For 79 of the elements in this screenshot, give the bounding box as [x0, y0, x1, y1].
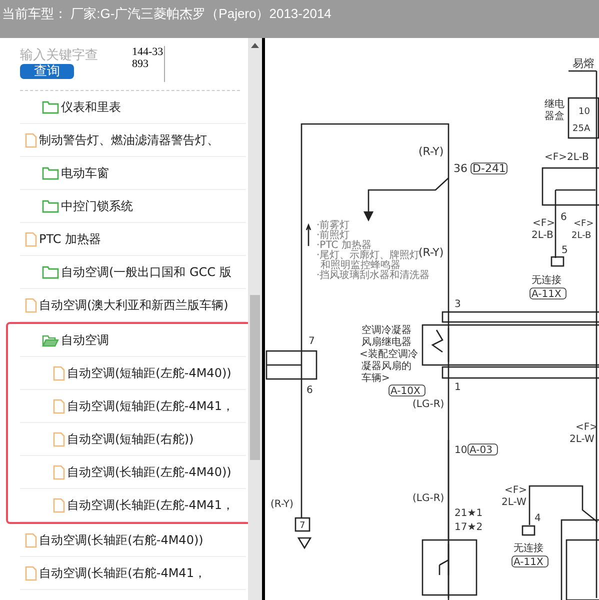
diagram-label: ·前照灯	[316, 230, 350, 241]
diagram-label: D-241	[472, 162, 506, 175]
diagram-label: 器盒	[544, 111, 564, 122]
diagram-label: (LG-R)	[412, 399, 444, 410]
diagram-label: 7	[308, 336, 315, 347]
diagram-label: 2L-W	[502, 497, 526, 508]
file-icon	[53, 432, 65, 446]
diagram-label: 2L-B	[572, 231, 592, 241]
search-button[interactable]: 查询	[20, 64, 74, 79]
diagram-label: 无连接	[514, 543, 544, 554]
diagram-label: 6	[560, 212, 567, 223]
file-icon	[25, 298, 37, 312]
diagram-label: 车辆>	[362, 373, 390, 384]
tree-item[interactable]: 自动空调(长轴距(右舵-4M40))	[20, 524, 246, 557]
diagram-label: 空调冷凝器	[362, 325, 412, 336]
tree-item[interactable]: 自动空调(短轴距(右舵))	[20, 423, 246, 456]
tree-item[interactable]: 电动车窗	[20, 157, 246, 190]
diagram-label: 2L-W	[570, 434, 594, 445]
file-icon	[53, 464, 65, 480]
diagram-label: 25A	[572, 124, 590, 134]
tree-item[interactable]: 制动警告灯、燃油滤清器警告灯、	[20, 124, 246, 157]
file-icon	[53, 498, 65, 512]
diagram-label: 4	[534, 513, 541, 524]
diagram-label: 6	[306, 385, 313, 396]
diagram-label: A-11X	[532, 289, 562, 300]
tree-item[interactable]: 自动空调	[20, 324, 246, 357]
diagram-label: (R-Y)	[270, 499, 294, 510]
diagram-label: <装配空调冷	[360, 349, 418, 360]
diagram-label: 10	[578, 107, 590, 117]
diagram-label: <F>	[532, 218, 556, 229]
diagram-label: (R-Y)	[418, 145, 444, 158]
file-icon	[25, 132, 37, 148]
file-icon	[25, 566, 37, 580]
diagram-label: 2L-B	[532, 230, 554, 241]
code-text: 144-33893	[132, 46, 165, 82]
diagram-label: 风扇继电器	[362, 337, 412, 348]
tree-item[interactable]: 自动空调(长轴距(左舵-4M40))	[20, 456, 246, 489]
diagram-label: 10	[454, 445, 468, 456]
diagram-label: 17★2	[454, 522, 483, 533]
tree-item[interactable]: PTC 加热器	[20, 223, 246, 256]
diagram-label: 7	[300, 521, 306, 531]
file-icon	[25, 232, 37, 246]
diagram-label: A-03	[470, 445, 492, 456]
tree-item[interactable]: 自动空调(澳大利亚和新西兰版车辆)	[20, 289, 246, 322]
diagram-label: 易熔	[572, 57, 594, 70]
diagram-label: 继电	[544, 99, 564, 110]
diagram-label: <F>	[574, 219, 594, 229]
diagram-label: ·挡风玻璃刮水器和清洗器	[316, 270, 430, 281]
diagram-label: <F>	[504, 485, 528, 496]
scrollbar[interactable]	[248, 38, 262, 600]
diagram-label: 1	[454, 382, 461, 393]
tree-item[interactable]: 中控门锁系统	[20, 190, 246, 223]
scrollbar-thumb[interactable]	[250, 295, 260, 460]
file-icon	[53, 366, 65, 380]
diagram-label: ·前雾灯	[316, 220, 350, 231]
tree-item[interactable]: 自动空调(短轴距(左舵-4M40))	[20, 357, 246, 390]
scroll-up-icon[interactable]	[251, 43, 259, 48]
file-icon	[25, 532, 37, 548]
header-title: 当前车型： 厂家:G-广汽三菱帕杰罗（Pajero）2013-2014	[2, 6, 332, 21]
diagram-label: 3	[454, 299, 461, 310]
tree-item[interactable]: 自动空调(一般出口国和 GCC 版	[20, 256, 246, 289]
diagram-label: <F>2L-B	[544, 152, 589, 163]
diagram-label: A-10X	[390, 386, 420, 397]
diagram-label: ·尾灯、示廓灯、牌照灯	[316, 250, 420, 261]
tree-item[interactable]: 自动空调(长轴距(右舵-4M41，	[20, 557, 246, 590]
tree-item[interactable]: 自动空调(短轴距(左舵-4M41，	[20, 390, 246, 423]
diagram-label: 5	[562, 245, 568, 256]
tree-item[interactable]: 自动空调(长轴距(左舵-4M41，	[20, 489, 246, 522]
file-icon	[53, 398, 65, 414]
tree-item[interactable]: 仪表和里表	[20, 91, 246, 124]
diagram-label: ·PTC 加热器	[316, 240, 372, 251]
diagram-label: (LG-R)	[412, 493, 444, 504]
diagram-label: 36	[454, 162, 468, 175]
diagram-label: (R-Y)	[418, 246, 444, 259]
diagram-label: A-11X	[514, 557, 544, 568]
diagram-label: 21★1	[454, 508, 483, 519]
diagram-label: 无连接	[532, 275, 562, 286]
diagram-label: 和照明监控蜂鸣器	[320, 260, 400, 271]
diagram-label: 凝器风扇的	[362, 361, 412, 372]
